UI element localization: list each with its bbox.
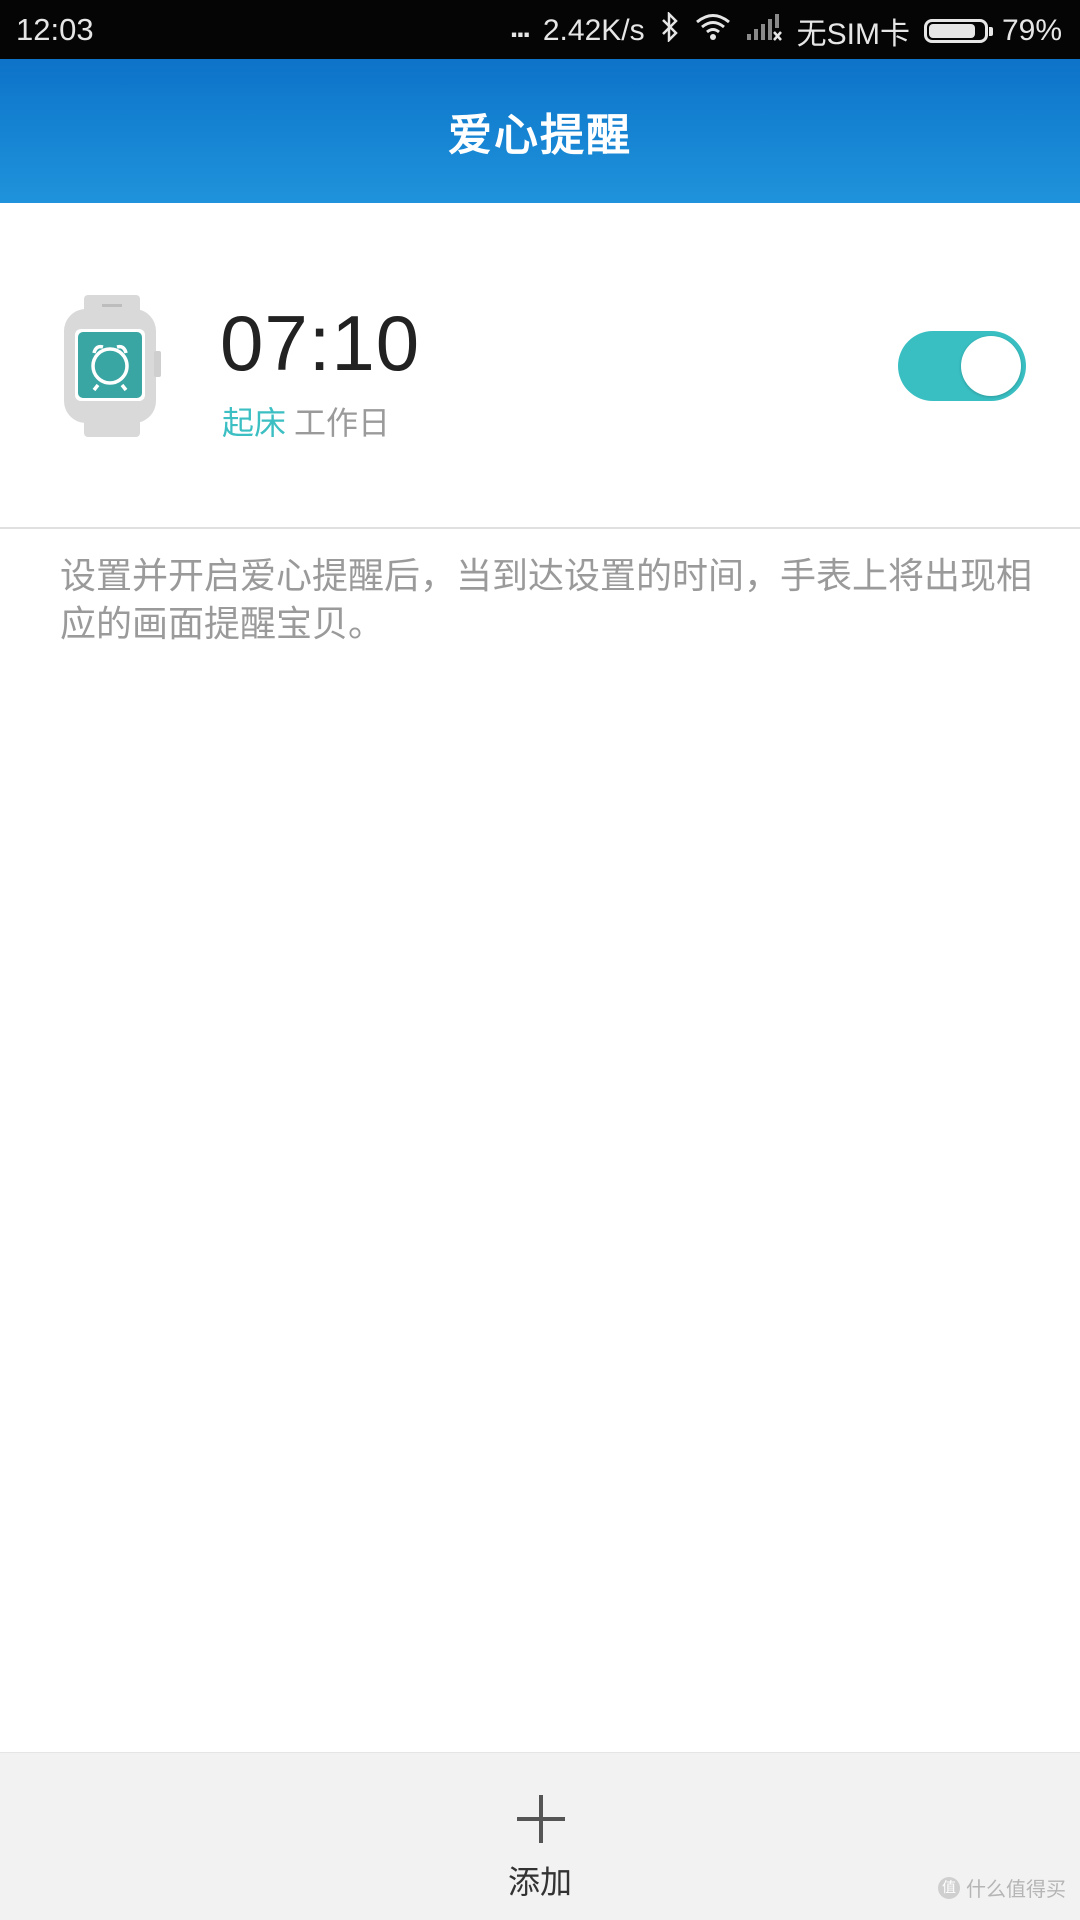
sim-status: 无SIM卡	[796, 18, 910, 51]
reminder-label: 起床	[222, 404, 287, 442]
add-button[interactable]: 添加	[470, 1793, 610, 1913]
watermark-logo-icon: 值	[938, 1876, 960, 1899]
page-title: 爱心提醒	[448, 110, 632, 161]
watermark-text: 什么值得买	[966, 1877, 1066, 1901]
add-label: 添加	[507, 1863, 572, 1901]
battery-percent: 79%	[1001, 14, 1062, 47]
more-dots: ...	[509, 11, 531, 44]
status-bar: 12:03 ... 2.42K/s 无SIM卡 79%	[0, 0, 1080, 59]
reminder-repeat: 工作日	[294, 404, 391, 442]
status-icons: ... 2.42K/s 无SIM卡 79%	[510, 9, 1062, 53]
battery-fill	[928, 24, 975, 38]
status-time: 12:03	[16, 12, 94, 47]
watch-alarm-icon	[62, 295, 162, 437]
plus-icon	[515, 1793, 567, 1845]
battery-icon	[923, 19, 993, 43]
description-text: 设置并开启爱心提醒后，当到达设置的时间，手表上将出现相应的画面提醒宝贝。	[60, 556, 1033, 645]
reminder-item[interactable]: 07:10 起床 工作日	[0, 203, 1080, 529]
reminder-subtitle: 起床 工作日	[222, 398, 390, 444]
screen: 12:03 ... 2.42K/s 无SIM卡 79% 爱心提醒 07:10 起…	[0, 0, 1080, 1920]
wifi-icon	[695, 13, 731, 49]
reminder-time: 07:10	[220, 299, 421, 387]
reminder-toggle[interactable]	[898, 331, 1026, 401]
bottom-bar: 添加 值 什么值得买	[0, 1752, 1080, 1920]
app-header: 爱心提醒	[0, 59, 1080, 203]
net-speed: 2.42K/s	[542, 14, 645, 47]
bluetooth-icon	[659, 10, 681, 50]
toggle-knob	[961, 336, 1021, 396]
watermark: 值 什么值得买	[938, 1873, 1066, 1902]
signal-icon	[745, 12, 783, 50]
